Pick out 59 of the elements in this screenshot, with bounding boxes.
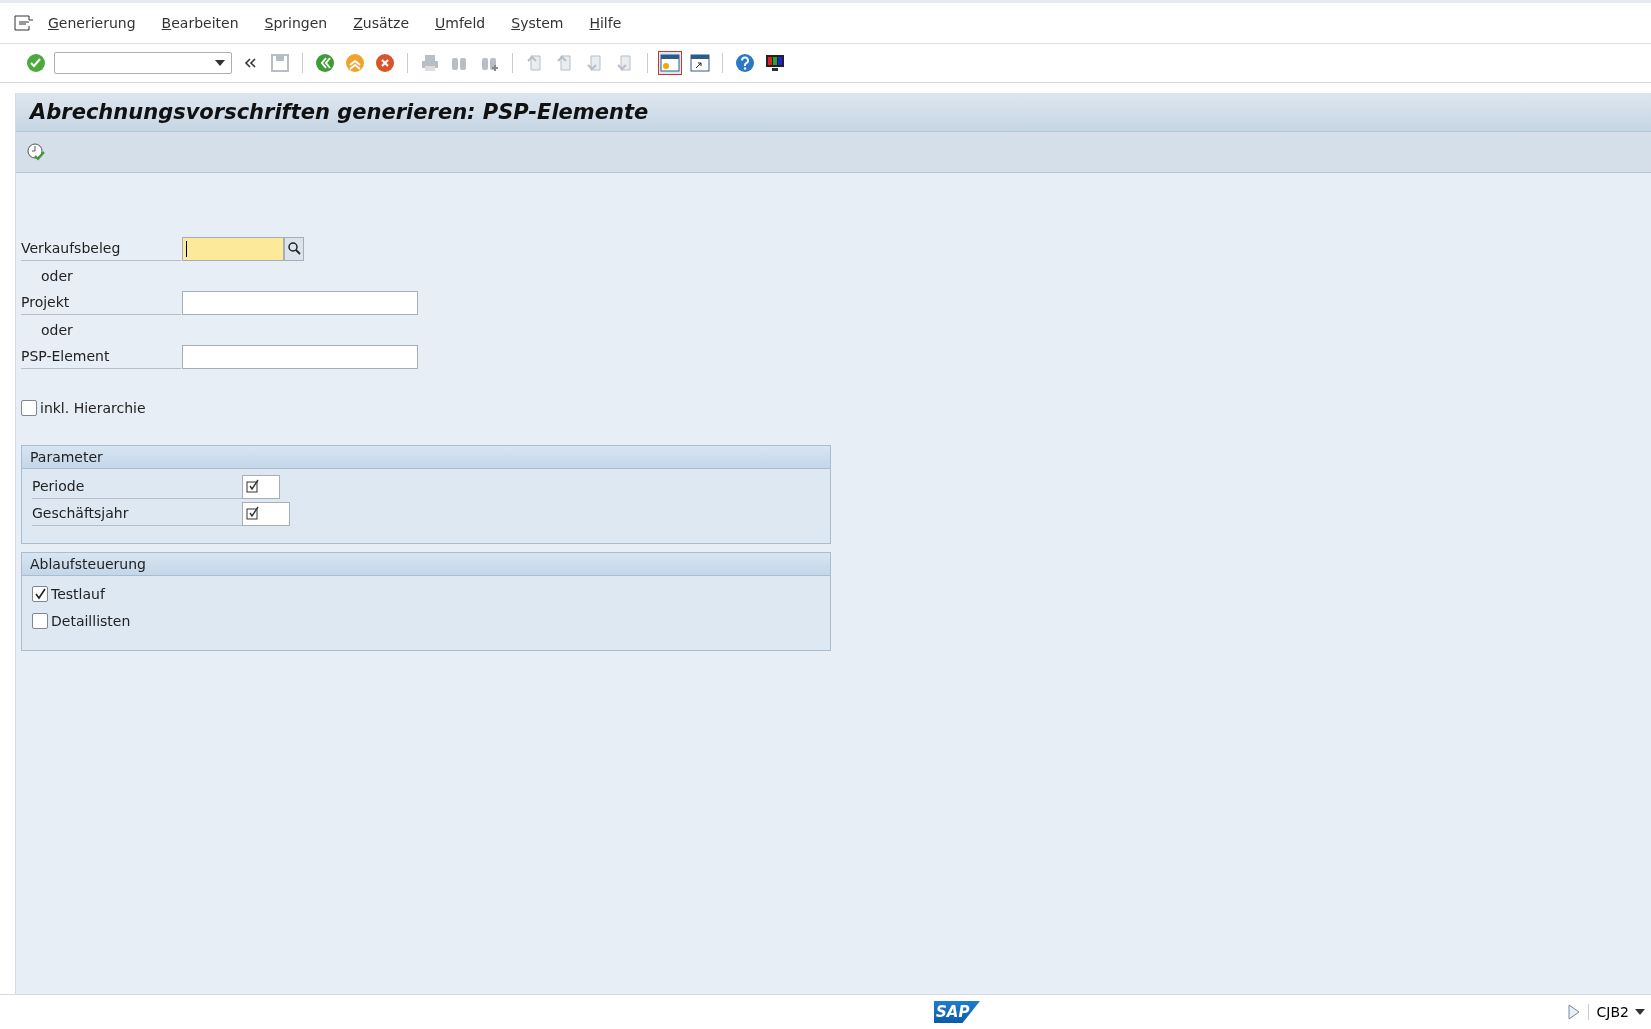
logo: SAP: [934, 1001, 980, 1023]
checkbox-box[interactable]: [32, 612, 48, 629]
checkbox[interactable]: inkl. Hierarchie: [21, 399, 146, 416]
menu-item[interactable]: Umfeld: [435, 15, 486, 31]
field-label: Geschäftsjahr: [32, 501, 242, 526]
menu-item[interactable]: Bearbeiten: [161, 15, 239, 31]
window-shortcut-icon: [690, 53, 710, 73]
search-icon: [287, 242, 301, 255]
screen-title: Abrechnungsvorschriften generieren: PSP-Elemente: [30, 100, 649, 124]
save-icon: [270, 53, 290, 73]
dropdown-caret-icon: [215, 60, 225, 66]
checkbox[interactable]: Detaillisten: [32, 612, 131, 629]
required-icon: [246, 505, 260, 520]
field-label: PSP-Element: [21, 344, 181, 369]
cancel-icon: [375, 53, 395, 73]
group-title: Parameter: [22, 446, 830, 469]
or-text: oder: [40, 267, 73, 284]
double-arrow-left-icon: [315, 53, 335, 73]
dropdown-caret-icon: [1635, 1009, 1645, 1015]
input-field[interactable]: [182, 344, 418, 369]
checkbox-box[interactable]: [32, 585, 48, 602]
clock-check-icon: [26, 142, 46, 162]
menu-item[interactable]: Generierung: [48, 15, 136, 31]
checkbox-label: inkl. Hierarchie: [40, 399, 146, 416]
checkbox[interactable]: Testlauf: [32, 585, 105, 602]
input-field[interactable]: [182, 236, 284, 261]
printer-icon: [420, 53, 440, 73]
checkbox-box[interactable]: [21, 399, 37, 416]
menu-item[interactable]: Springen: [264, 15, 328, 31]
or-text: oder: [40, 321, 73, 338]
field-label: Projekt: [21, 290, 181, 315]
input-field[interactable]: [242, 474, 280, 499]
menu-item[interactable]: Zusätze: [353, 15, 409, 31]
toolbar-button[interactable]: [688, 51, 712, 75]
field-label: Periode: [32, 474, 242, 499]
double-chevron-left-icon: [244, 58, 256, 68]
monitor-icon: [765, 53, 785, 73]
field-label: Verkaufsbeleg: [21, 236, 181, 261]
checkmark-icon: [26, 53, 46, 73]
menu-item[interactable]: Hilfe: [589, 15, 622, 31]
menu-item[interactable]: System: [511, 15, 564, 31]
tick-icon: [34, 587, 46, 600]
required-icon: [246, 478, 260, 493]
search-help-button[interactable]: [284, 236, 304, 261]
new-window-icon: [660, 53, 680, 73]
transaction-code[interactable]: CJB2: [1587, 1004, 1645, 1020]
checkbox-label: Testlauf: [51, 585, 105, 602]
text-cursor: [186, 240, 187, 257]
help-icon: [735, 53, 755, 73]
command-field[interactable]: [54, 52, 232, 74]
menu-icon[interactable]: [14, 15, 34, 31]
double-arrow-up-icon: [345, 53, 365, 73]
group-title: Ablaufsteuerung: [22, 553, 830, 576]
input-field[interactable]: [242, 501, 290, 526]
toolbar-button[interactable]: [658, 51, 682, 75]
input-field[interactable]: [182, 290, 418, 315]
checkbox-label: Detaillisten: [51, 612, 131, 629]
execute-button[interactable]: [26, 142, 46, 162]
play-icon[interactable]: [1567, 1004, 1580, 1020]
